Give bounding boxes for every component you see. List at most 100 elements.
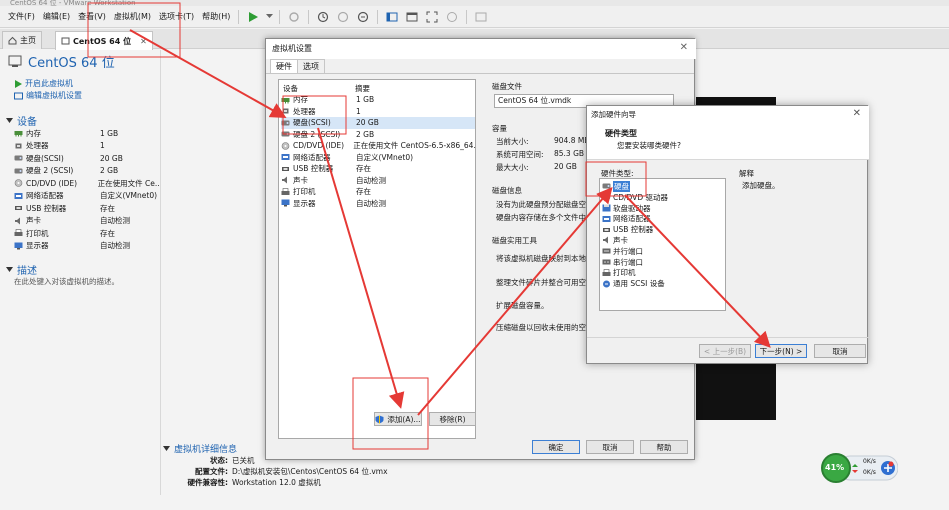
hardware-type-item[interactable]: 串行端口 bbox=[602, 257, 724, 268]
power-on-icon[interactable] bbox=[245, 9, 261, 25]
device-name: CD/DVD (IDE) bbox=[26, 178, 78, 188]
hardware-type-name: USB 控制器 bbox=[613, 225, 654, 235]
close-icon[interactable]: ✕ bbox=[680, 42, 688, 53]
hardware-type-item[interactable]: CD/DVD 驱动器 bbox=[602, 192, 724, 203]
console-view-icon[interactable] bbox=[404, 9, 420, 25]
help-button[interactable]: 帮助 bbox=[640, 440, 688, 454]
menu-vm[interactable]: 虚拟机(M) bbox=[110, 6, 155, 28]
shield-icon bbox=[375, 415, 384, 423]
add-button[interactable]: 添加(A)... bbox=[374, 412, 422, 426]
wizard-cancel-button[interactable]: 取消 bbox=[814, 344, 866, 358]
device-value: 自动检测 bbox=[100, 216, 130, 226]
send-keys-icon[interactable] bbox=[286, 9, 302, 25]
hardware-summary: 自定义(VMnet0) bbox=[356, 152, 414, 162]
tab-home-label: 主页 bbox=[20, 36, 36, 45]
menu-tabs[interactable]: 选项卡(T) bbox=[155, 6, 198, 28]
menu-file[interactable]: 文件(F) bbox=[4, 6, 39, 28]
menu-view[interactable]: 查看(V) bbox=[74, 6, 110, 28]
hardware-row[interactable]: CD/DVD (IDE) 正在使用文件 CentOS-6.5-x86_64... bbox=[281, 140, 475, 152]
hardware-type-item[interactable]: 声卡 bbox=[602, 235, 724, 246]
hardware-row[interactable]: 显示器 自动检测 bbox=[281, 198, 475, 210]
wizard-divider bbox=[587, 337, 869, 338]
device-name: 硬盘 2 (SCSI) bbox=[26, 166, 74, 176]
power-on-link[interactable]: 开启此虚拟机 bbox=[14, 78, 73, 89]
disk-icon bbox=[602, 182, 611, 190]
vm-screen-preview[interactable] bbox=[696, 361, 776, 420]
hardware-type-item[interactable]: 打印机 bbox=[602, 267, 724, 278]
device-row[interactable]: 显示器 自动检测 bbox=[14, 240, 160, 253]
sound-icon bbox=[281, 176, 290, 184]
device-row[interactable]: 打印机 存在 bbox=[14, 227, 160, 240]
hardware-row[interactable]: USB 控制器 存在 bbox=[281, 163, 475, 175]
snapshot-icon[interactable] bbox=[315, 9, 331, 25]
hardware-summary: 1 GB bbox=[356, 95, 375, 105]
tab-options[interactable]: 选项 bbox=[297, 59, 325, 73]
hardware-name: 网络适配器 bbox=[293, 152, 331, 162]
hardware-name: 内存 bbox=[293, 95, 308, 105]
cancel-button[interactable]: 取消 bbox=[586, 440, 634, 454]
dropdown-arrow-icon[interactable] bbox=[265, 9, 273, 25]
col-device: 设备 bbox=[283, 84, 298, 93]
tab-vm[interactable]: CentOS 64 位 ✕ bbox=[55, 31, 153, 50]
device-row[interactable]: CD/DVD (IDE) 正在使用文件 Ce... bbox=[14, 177, 160, 190]
hardware-row[interactable]: 硬盘(SCSI) 20 GB bbox=[281, 117, 475, 129]
hardware-type-item[interactable]: USB 控制器 bbox=[602, 224, 724, 235]
tab-home[interactable]: 主页 bbox=[2, 31, 42, 49]
tab-hardware[interactable]: 硬件 bbox=[270, 59, 298, 73]
ok-button[interactable]: 确定 bbox=[532, 440, 580, 454]
device-row[interactable]: USB 控制器 存在 bbox=[14, 202, 160, 215]
hardware-device-list[interactable]: 设备 摘要 内存 1 GB 处理器 1 硬盘(SCSI) 20 GB 硬盘 2 (SCSI)… bbox=[278, 79, 476, 439]
fullscreen-icon[interactable] bbox=[424, 9, 440, 25]
close-icon[interactable]: ✕ bbox=[140, 37, 147, 46]
snapshot-manager-icon[interactable] bbox=[355, 9, 371, 25]
device-row[interactable]: 硬盘 2 (SCSI) 2 GB bbox=[14, 165, 160, 178]
hardware-row[interactable]: 内存 1 GB bbox=[281, 94, 475, 106]
description-hint[interactable]: 在此处键入对该虚拟机的描述。 bbox=[14, 276, 119, 287]
view-options-icon[interactable] bbox=[473, 9, 489, 25]
edit-settings-link[interactable]: 编辑虚拟机设置 bbox=[14, 90, 82, 101]
hardware-type-item[interactable]: 网络适配器 bbox=[602, 213, 724, 224]
hardware-type-item[interactable]: 通用 SCSI 设备 bbox=[602, 278, 724, 289]
tab-divider bbox=[266, 73, 694, 74]
hardware-row[interactable]: 网络适配器 自定义(VMnet0) bbox=[281, 152, 475, 164]
description-section-header[interactable]: 描述 bbox=[6, 262, 37, 277]
hardware-row[interactable]: 处理器 1 bbox=[281, 106, 475, 118]
hardware-type-item[interactable]: 硬盘 bbox=[602, 180, 724, 192]
library-view-icon[interactable] bbox=[384, 9, 400, 25]
power-on-label: 开启此虚拟机 bbox=[25, 79, 73, 88]
sound-icon bbox=[602, 236, 611, 244]
explain-text: 添加硬盘。 bbox=[742, 181, 780, 190]
diskinfo-line: 硬盘内容存储在多个文件中 bbox=[496, 213, 586, 222]
menu-edit[interactable]: 编辑(E) bbox=[39, 6, 74, 28]
snapshot-revert-icon[interactable] bbox=[335, 9, 351, 25]
device-row[interactable]: 内存 1 GB bbox=[14, 127, 160, 140]
close-icon[interactable]: ✕ bbox=[853, 108, 861, 119]
device-name: 显示器 bbox=[26, 241, 49, 251]
hardware-type-item[interactable]: 并行端口 bbox=[602, 246, 724, 257]
device-row[interactable]: 声卡 自动检测 bbox=[14, 215, 160, 228]
back-button[interactable]: < 上一步(B) bbox=[699, 344, 751, 358]
cap-key: 当前大小: bbox=[496, 137, 529, 146]
hardware-row[interactable]: 声卡 自动检测 bbox=[281, 175, 475, 187]
device-row[interactable]: 网络适配器 自定义(VMnet0) bbox=[14, 190, 160, 203]
remove-button[interactable]: 移除(R) bbox=[429, 412, 476, 426]
cap-value: 85.3 GB bbox=[554, 149, 585, 158]
help-button-label: 帮助 bbox=[656, 442, 672, 452]
hardware-type-item[interactable]: 软盘驱动器 bbox=[602, 203, 724, 214]
hardware-name: USB 控制器 bbox=[293, 164, 334, 174]
device-name: 处理器 bbox=[26, 141, 49, 151]
unity-icon[interactable] bbox=[444, 9, 460, 25]
cpu-icon bbox=[281, 107, 290, 115]
next-button[interactable]: 下一步(N) > bbox=[755, 344, 807, 358]
hardware-type-list[interactable]: 硬盘 CD/DVD 驱动器 软盘驱动器 网络适配器 USB 控制器 声卡 并行端口 串行端口打… bbox=[599, 178, 726, 311]
next-button-label: 下一步(N) > bbox=[759, 346, 803, 356]
printer-icon bbox=[14, 229, 23, 237]
details-section-header[interactable]: 虚拟机详细信息 bbox=[163, 442, 237, 455]
device-row[interactable]: 处理器 1 bbox=[14, 140, 160, 153]
device-row[interactable]: 硬盘(SCSI) 20 GB bbox=[14, 152, 160, 165]
hardware-row[interactable]: 打印机 存在 bbox=[281, 186, 475, 198]
wizard-subheading: 您要安装哪类硬件? bbox=[617, 141, 681, 150]
menu-help[interactable]: 帮助(H) bbox=[198, 6, 234, 28]
hardware-row[interactable]: 硬盘 2 (SCSI) 2 GB bbox=[281, 129, 475, 141]
devices-section-header[interactable]: 设备 bbox=[6, 113, 37, 128]
